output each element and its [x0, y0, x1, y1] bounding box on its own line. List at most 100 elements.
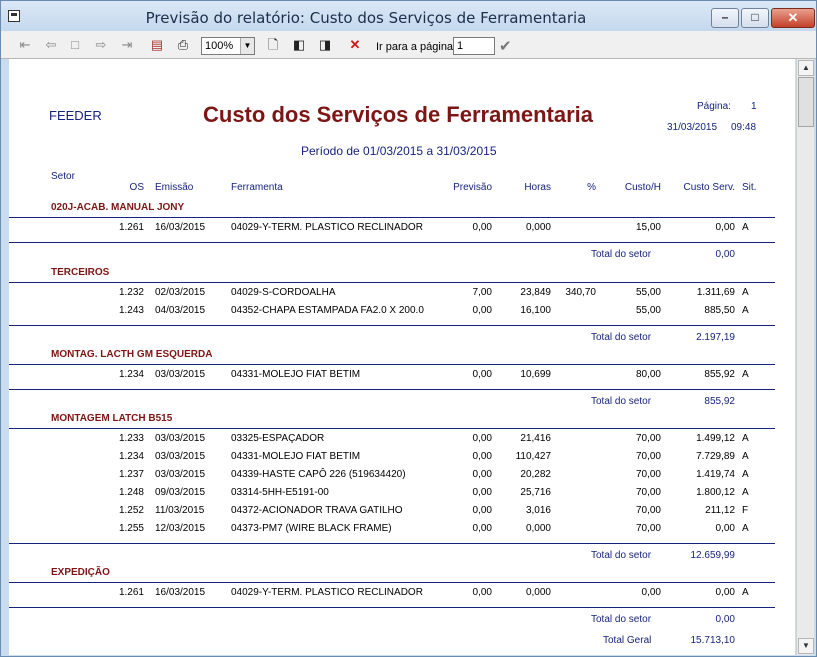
scroll-thumb[interactable]: [798, 77, 814, 127]
cell-ferramenta: 04373-PM7 (WIRE BLACK FRAME): [231, 523, 392, 534]
sector-total-value: 0,00: [715, 249, 735, 260]
sector-total-value: 0,00: [715, 614, 735, 625]
cell-pct: 340,70: [565, 287, 596, 298]
vertical-scrollbar[interactable]: ▲ ▼: [796, 59, 814, 655]
print-setup-icon[interactable]: ▤: [147, 36, 167, 54]
report-time: 09:48: [731, 122, 757, 133]
stop-icon[interactable]: □: [65, 36, 85, 54]
window-title: Previsão do relatório: Custo dos Serviço…: [145, 9, 587, 27]
cell-os: 1.234: [118, 369, 144, 380]
sector-total-value: 855,92: [704, 396, 735, 407]
sector-name: 020J-ACAB. MANUAL JONY: [51, 202, 185, 213]
cell-previsao: 0,00: [472, 587, 492, 598]
column-header-sit: Sit.: [742, 182, 757, 193]
maximize-button[interactable]: □: [741, 8, 769, 28]
cell-os: 1.233: [118, 433, 144, 444]
cell-horas: 110,427: [515, 451, 551, 462]
sector-total-label: Total do setor: [591, 396, 652, 407]
last-page-icon[interactable]: ⇥: [117, 36, 137, 54]
cell-previsao: 0,00: [472, 369, 492, 380]
sector-total-line: [9, 607, 775, 608]
cell-ferramenta: 04339-HASTE CAPÔ 226 (519634420): [231, 469, 406, 480]
close-preview-icon[interactable]: ✕: [345, 36, 365, 54]
cell-emissao: 03/03/2015: [155, 433, 206, 444]
close-icon: ✕: [787, 10, 799, 25]
sector-total-value: 2.197,19: [696, 332, 735, 343]
sector-underline: [9, 428, 775, 429]
column-header-previsao: Previsão: [453, 182, 492, 193]
zoom-value: 100%: [205, 40, 234, 52]
cell-os: 1.261: [118, 587, 144, 598]
whole-page-icon[interactable]: ◨: [315, 36, 335, 54]
cell-emissao: 11/03/2015: [155, 505, 205, 516]
sector-total-line: [9, 389, 775, 390]
cell-horas: 0,000: [525, 222, 551, 233]
cell-os: 1.261: [118, 222, 144, 233]
cell-previsao: 0,00: [472, 487, 492, 498]
cell-horas: 10,699: [520, 369, 551, 380]
maximize-icon: □: [751, 10, 759, 24]
next-page-icon[interactable]: ⇨: [91, 36, 111, 54]
cell-sit: A: [742, 287, 749, 298]
cell-horas: 16,100: [520, 305, 551, 316]
cell-custo-serv: 0,00: [715, 222, 735, 233]
cell-custo-h: 70,00: [635, 487, 661, 498]
scroll-down-icon[interactable]: ▼: [798, 638, 814, 654]
printer-icon[interactable]: ⎙: [173, 36, 193, 54]
cell-emissao: 16/03/2015: [155, 222, 206, 233]
previous-page-icon[interactable]: ⇦: [41, 36, 61, 54]
cell-custo-serv: 1.499,12: [696, 433, 735, 444]
cell-previsao: 0,00: [472, 469, 492, 480]
chevron-down-icon[interactable]: ▼: [240, 38, 254, 54]
cell-os: 1.243: [118, 305, 144, 316]
cell-horas: 21,416: [520, 433, 551, 444]
sector-underline: [9, 364, 775, 365]
column-header-setor: Setor: [51, 171, 75, 182]
sector-total-label: Total do setor: [591, 249, 652, 260]
cell-custo-serv: 7.729,89: [696, 451, 735, 462]
cell-emissao: 03/03/2015: [155, 469, 206, 480]
cell-custo-serv: 855,92: [704, 369, 735, 380]
cell-sit: A: [742, 587, 749, 598]
first-page-icon[interactable]: ⇤: [15, 36, 35, 54]
report-date: 31/03/2015: [667, 122, 718, 133]
close-button[interactable]: ✕: [771, 8, 815, 28]
sector-total-line: [9, 325, 775, 326]
cell-custo-h: 70,00: [635, 433, 661, 444]
page-icon[interactable]: 🗋: [263, 36, 283, 54]
column-header-custo-h: Custo/H: [624, 182, 661, 193]
cell-custo-h: 15,00: [635, 222, 661, 233]
cell-os: 1.255: [118, 523, 144, 534]
cell-custo-serv: 211,12: [705, 505, 735, 516]
page-width-icon[interactable]: ◧: [289, 36, 309, 54]
cell-horas: 20,282: [520, 469, 551, 480]
cell-sit: A: [742, 523, 749, 534]
sector-total-line: [9, 543, 775, 544]
cell-custo-h: 70,00: [635, 523, 661, 534]
cell-ferramenta: 04029-Y-TERM. PLASTICO RECLINADOR: [231, 587, 423, 598]
cell-ferramenta: 04331-MOLEJO FIAT BETIM: [231, 369, 361, 380]
goto-page-input[interactable]: 1: [453, 37, 495, 55]
checkmark-icon[interactable]: ✔: [499, 37, 512, 55]
sector-total-line: [9, 242, 775, 243]
minimize-icon: –: [721, 10, 729, 24]
cell-emissao: 04/03/2015: [155, 305, 206, 316]
cell-sit: A: [742, 451, 749, 462]
title-bar[interactable]: Previsão do relatório: Custo dos Serviço…: [1, 1, 816, 31]
cell-os: 1.232: [118, 287, 144, 298]
cell-ferramenta: 03314-5HH-E5191-00: [231, 487, 329, 498]
cell-emissao: 03/03/2015: [155, 369, 206, 380]
cell-custo-h: 70,00: [635, 469, 661, 480]
cell-emissao: 09/03/2015: [155, 487, 206, 498]
page-number: 1: [751, 101, 757, 112]
cell-custo-serv: 885,50: [704, 305, 735, 316]
company-name: FEEDER: [49, 108, 102, 123]
cell-os: 1.248: [118, 487, 144, 498]
zoom-select[interactable]: 100% ▼: [201, 37, 255, 55]
cell-custo-serv: 0,00: [715, 523, 735, 534]
cell-sit: F: [742, 505, 749, 516]
scroll-up-icon[interactable]: ▲: [798, 60, 814, 76]
cell-custo-h: 0,00: [641, 587, 661, 598]
cell-previsao: 0,00: [472, 222, 492, 233]
minimize-button[interactable]: –: [711, 8, 739, 28]
